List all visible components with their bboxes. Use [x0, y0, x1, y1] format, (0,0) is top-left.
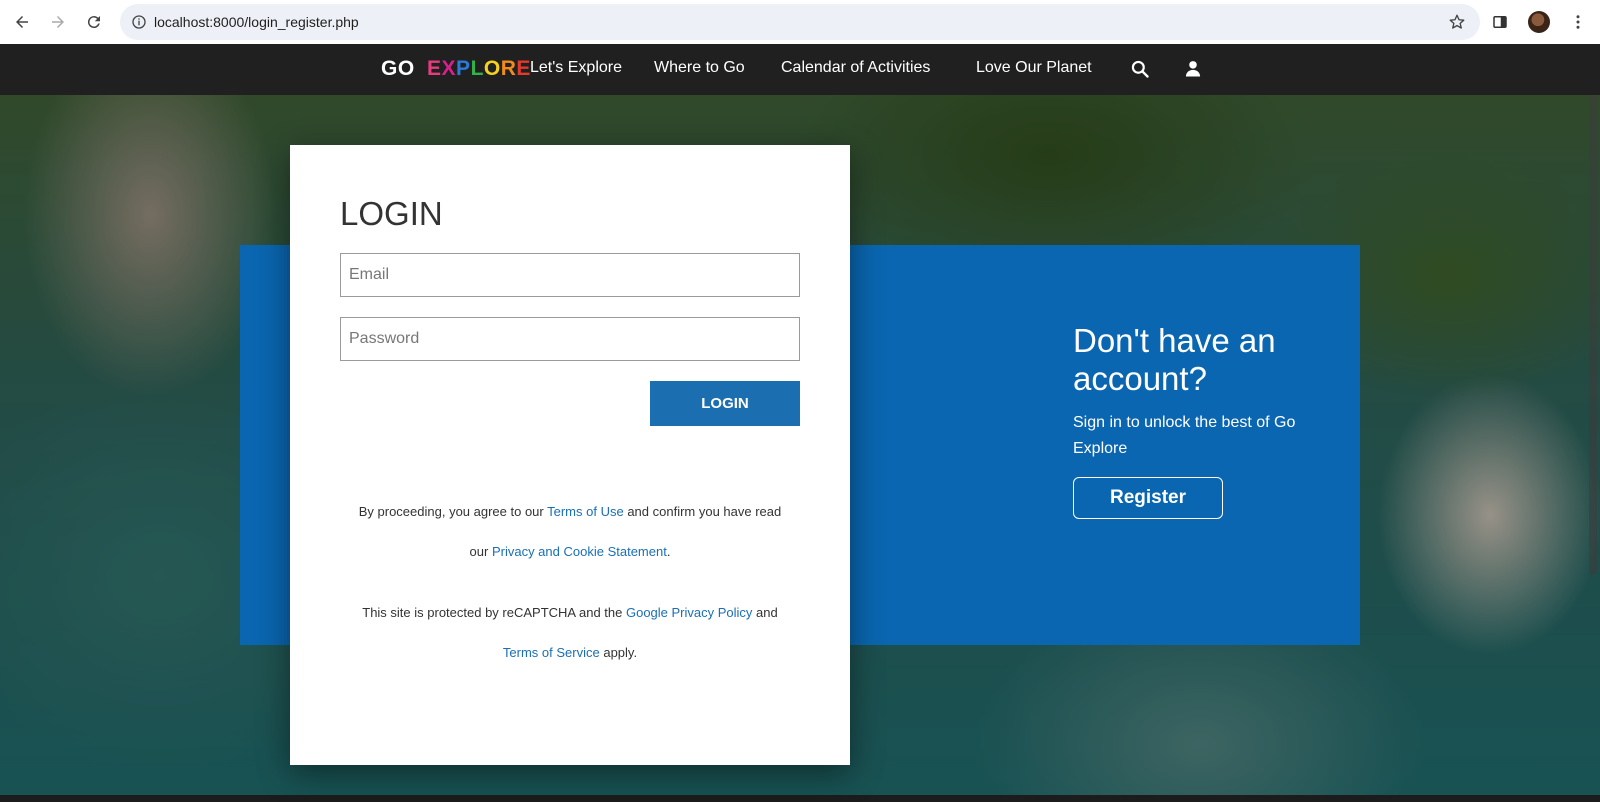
register-subtitle: Sign in to unlock the best of Go Explore: [1073, 414, 1296, 457]
recaptcha-line-2: Terms of Service apply.: [320, 633, 820, 673]
logo-letter: O: [483, 57, 501, 80]
legal-text: and confirm you have read: [623, 504, 782, 519]
legal-text: .: [666, 544, 671, 559]
forward-button[interactable]: [40, 4, 76, 40]
login-card: LOGIN LOGIN By proceeding, you agree to …: [290, 145, 850, 765]
profile-avatar[interactable]: [1528, 11, 1550, 33]
nav-item-love-our-planet[interactable]: Love Our Planet: [976, 59, 1092, 77]
url-text: localhost:8000/login_register.php: [154, 14, 359, 30]
logo-explore-text: EXPLORE: [427, 57, 531, 80]
reload-icon: [87, 16, 100, 29]
legal-text: our: [469, 544, 492, 559]
legal-text: This site is protected by reCAPTCHA and …: [362, 605, 626, 620]
side-panel-icon: [1493, 16, 1507, 28]
page-scrollbar[interactable]: [1586, 95, 1600, 795]
nav-item-where-to-go[interactable]: Where to Go: [654, 59, 745, 77]
site-logo[interactable]: GO EXPLORE: [381, 57, 531, 81]
search-icon[interactable]: [1130, 59, 1150, 79]
browser-toolbar: localhost:8000/login_register.php: [0, 0, 1600, 44]
toolbar-right: [1482, 0, 1600, 44]
register-heading: Don't have an account?: [1073, 322, 1276, 397]
privacy-cookie-link[interactable]: Privacy and Cookie Statement: [492, 544, 667, 559]
logo-go-text: GO: [381, 57, 415, 80]
legal-text: By proceeding, you agree to our: [358, 504, 548, 519]
recaptcha-line-1: This site is protected by reCAPTCHA and …: [320, 593, 820, 633]
reload-button[interactable]: [76, 4, 112, 40]
logo-letter: E: [516, 57, 531, 80]
nav-item-lets-explore[interactable]: Let's Explore: [530, 59, 622, 77]
forward-icon: [52, 16, 64, 28]
terms-of-use-link[interactable]: Terms of Use: [547, 504, 624, 519]
more-menu-icon: [1576, 15, 1580, 29]
back-button[interactable]: [4, 4, 40, 40]
terms-line-1: By proceeding, you agree to our Terms of…: [320, 492, 820, 532]
site-info-icon[interactable]: [124, 14, 154, 30]
address-bar[interactable]: localhost:8000/login_register.php: [120, 4, 1480, 40]
terms-of-service-link[interactable]: Terms of Service: [503, 645, 600, 660]
google-privacy-policy-link[interactable]: Google Privacy Policy: [626, 605, 752, 620]
register-button[interactable]: Register: [1073, 477, 1223, 519]
login-title: LOGIN: [340, 195, 443, 232]
login-button[interactable]: LOGIN: [650, 381, 800, 426]
legal-text: apply.: [599, 645, 638, 660]
bookmark-star-icon[interactable]: [1448, 13, 1466, 35]
terms-line-2: our Privacy and Cookie Statement.: [320, 532, 820, 572]
scrollbar-thumb[interactable]: [1589, 95, 1597, 575]
logo-letter: L: [470, 57, 484, 80]
terms-notice: By proceeding, you agree to our Terms of…: [320, 492, 820, 572]
legal-text: and: [752, 605, 778, 620]
user-icon[interactable]: [1183, 59, 1203, 79]
more-menu-button[interactable]: [1560, 4, 1596, 40]
logo-letter: R: [500, 57, 517, 80]
nav-item-calendar-of-activities[interactable]: Calendar of Activities: [781, 59, 930, 77]
side-panel-button[interactable]: [1482, 4, 1518, 40]
logo-letter: X: [441, 57, 457, 80]
footer-strip: [0, 795, 1600, 802]
back-icon: [16, 16, 28, 28]
recaptcha-notice: This site is protected by reCAPTCHA and …: [320, 593, 820, 673]
password-field[interactable]: [340, 317, 800, 361]
logo-letter: E: [427, 57, 442, 80]
site-navbar: GO EXPLORE Let's Explore Where to Go Cal…: [0, 44, 1600, 95]
email-field[interactable]: [340, 253, 800, 297]
logo-letter: P: [456, 57, 471, 80]
